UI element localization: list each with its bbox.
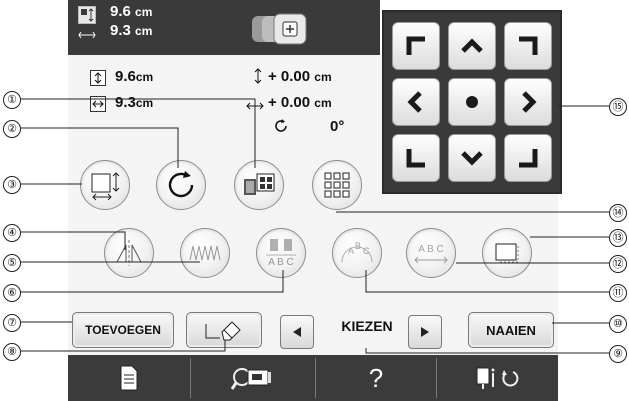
callout-8: ⑧ — [3, 343, 21, 361]
callout-6: ⑥ — [3, 284, 21, 302]
callout-7: ⑦ — [3, 314, 21, 332]
callout-5: ⑤ — [3, 254, 21, 272]
callout-4: ④ — [3, 224, 21, 242]
callout-14: ⑭ — [609, 204, 627, 222]
callout-1: ① — [3, 91, 21, 109]
callout-15: ⑮ — [609, 98, 627, 116]
callout-13: ⑬ — [609, 229, 627, 247]
callout-2: ② — [3, 120, 21, 138]
callout-leaders — [20, 98, 609, 354]
callout-3: ③ — [3, 176, 21, 194]
callout-9: ⑨ — [609, 345, 627, 363]
callout-10: ⑩ — [609, 315, 627, 333]
callout-12: ⑫ — [609, 255, 627, 273]
callout-11: ⑪ — [609, 284, 627, 302]
